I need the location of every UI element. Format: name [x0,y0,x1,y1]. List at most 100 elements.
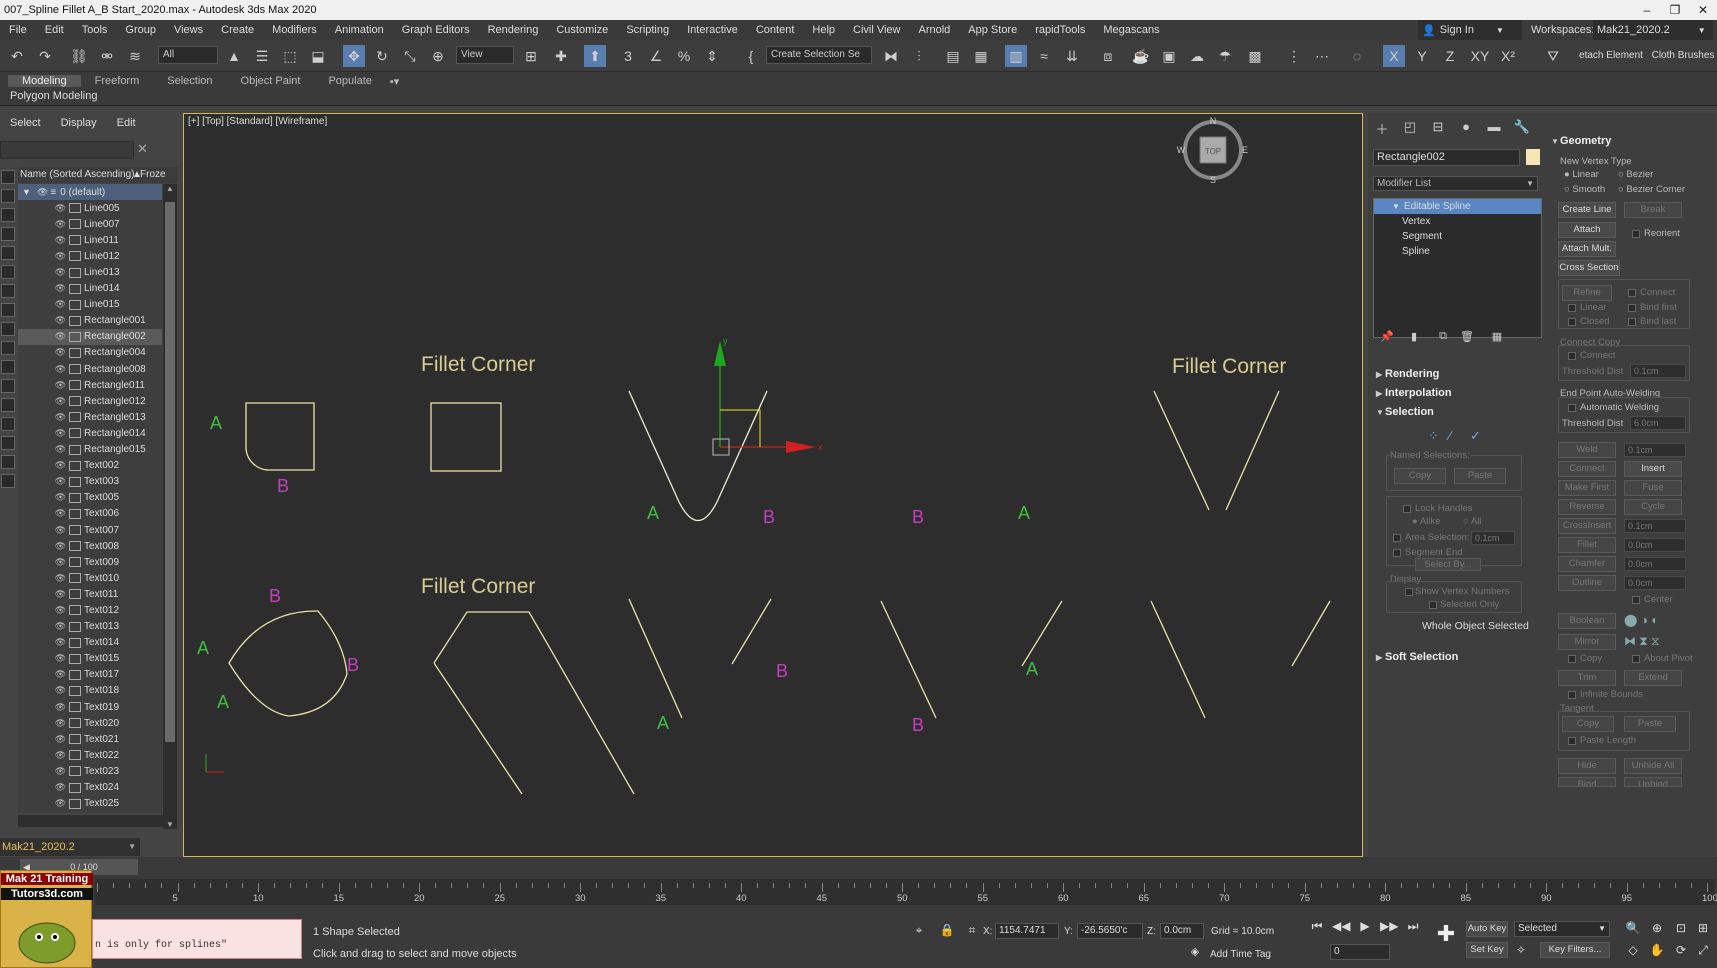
scroll-up-icon[interactable]: ▲ [163,184,177,193]
weld-button[interactable]: Weld [1558,442,1616,458]
display-cameras-icon[interactable] [1,227,15,241]
segment-subobject-icon[interactable]: ⁄ [1449,428,1451,443]
scene-item-text008[interactable]: 👁 Text008 [18,538,162,554]
eye-icon[interactable]: 👁 [48,267,66,278]
menu-tools[interactable]: Tools [73,24,117,36]
menu-megascans[interactable]: Megascans [1094,24,1168,36]
tab-freeform[interactable]: Freeform [81,75,154,87]
scene-item-text021[interactable]: 👁 Text021 [18,731,162,747]
fillet-button[interactable]: Fillet [1558,537,1616,553]
display-lights-icon[interactable] [1,208,15,222]
fuse-button[interactable]: Fuse [1624,480,1682,496]
eye-icon[interactable]: 👁 [48,203,66,214]
connect-checkbox[interactable] [1628,289,1636,297]
key-filters-icon[interactable]: ⟡ [1512,942,1530,960]
tab-selection[interactable]: Selection [153,75,226,87]
render-production-icon[interactable]: ☁ [1186,45,1208,67]
name-column-header[interactable]: Name (Sorted Ascending) [18,169,135,180]
create-line-button[interactable]: Create Line [1558,202,1616,218]
eye-icon[interactable]: 👁 [48,299,66,310]
scene-item-text009[interactable]: 👁 Text009 [18,554,162,570]
attach-mult-button[interactable]: Attach Mult. [1558,241,1616,257]
frozen-column-header[interactable]: Froze [140,167,166,183]
set-key-button[interactable]: Set Key [1466,942,1508,958]
ribbon-options-icon[interactable]: ▪▾ [386,75,403,88]
zoom-icon[interactable]: 🔍 [1624,921,1642,939]
break-button[interactable]: Break [1624,202,1682,218]
linear-radio[interactable]: ● Linear [1564,169,1599,180]
scene-item-rectangle012[interactable]: 👁 Rectangle012 [18,393,162,409]
auto-key-button[interactable]: Auto Key [1466,921,1508,937]
eye-icon[interactable]: 👁 [48,798,66,809]
menu-content[interactable]: Content [747,24,804,36]
scene-item-text014[interactable]: 👁 Text014 [18,635,162,651]
scene-item-text025[interactable]: 👁 Text025 [18,796,162,812]
eye-icon[interactable]: 👁 [48,669,66,680]
scene-search-input[interactable] [0,141,134,159]
make-first-button[interactable]: Make First [1558,480,1616,496]
percent-snap-icon[interactable]: % [673,45,695,67]
remove-modifier-icon[interactable]: 🗑 [1458,330,1476,346]
menu-modifiers[interactable]: Modifiers [263,24,326,36]
eye-icon[interactable]: 👁 [48,605,66,616]
eye-icon[interactable]: 👁 [48,750,66,761]
scene-item-text012[interactable]: 👁 Text012 [18,602,162,618]
trim-button[interactable]: Trim [1558,670,1616,686]
bind-last-checkbox[interactable] [1628,318,1636,326]
select-and-rotate-icon[interactable]: ↻ [371,45,393,67]
scene-hscrollbar[interactable] [18,815,163,827]
zoom-extents-all-icon[interactable]: ⊞ [1694,921,1712,939]
scene-item-line013[interactable]: 👁 Line013 [18,264,162,280]
selection-rollout[interactable]: ▼ Selection [1373,404,1541,421]
viewport-label[interactable]: [+] [Top] [Standard] [Wireframe] [188,116,327,127]
display-frozen-icon[interactable] [1,360,15,374]
scene-item-text011[interactable]: 👁 Text011 [18,586,162,602]
tab-modeling[interactable]: Modeling [8,75,81,87]
menu-scripting[interactable]: Scripting [617,24,678,36]
modifier-list-dropdown[interactable]: Modifier List ▼ [1373,176,1538,191]
render-setup-icon[interactable]: ☕ [1130,45,1152,67]
minimize-icon[interactable]: – [1633,3,1661,17]
scene-item-text018[interactable]: 👁 Text018 [18,683,162,699]
pin-stack-icon[interactable]: 📌 [1378,330,1396,346]
selection-lock-icon[interactable]: 🔒 [938,923,956,941]
area-selection-checkbox[interactable] [1393,534,1401,542]
maxscript-listener[interactable]: n is only for splines" [92,919,302,959]
display-all-icon[interactable] [1,398,15,412]
scene-item-rectangle008[interactable]: 👁 Rectangle008 [18,361,162,377]
reference-coordinate-dropdown[interactable]: View [456,46,514,64]
go-to-end-icon[interactable]: ⏭ [1404,919,1422,937]
eye-icon[interactable]: 👁 [48,541,66,552]
eye-icon[interactable]: 👁 [48,364,66,375]
scene-item-line005[interactable]: 👁 Line005 [18,200,162,216]
modify-tab-icon[interactable]: ◰ [1401,119,1419,135]
threshold-dist-spinner[interactable]: 0.1cm [1630,364,1686,378]
toggle-layer-explorer-icon[interactable]: ▦ [970,45,992,67]
scene-item-line015[interactable]: 👁 Line015 [18,297,162,313]
axis-x-button[interactable]: X [1383,45,1405,67]
scene-item-rectangle001[interactable]: 👁 Rectangle001 [18,313,162,329]
smooth-radio[interactable]: ○ Smooth [1564,184,1605,195]
select-manipulate-icon[interactable]: ✚ [550,45,572,67]
eye-icon[interactable]: 👁 [48,589,66,600]
outline-spinner[interactable]: 0.0cm [1624,576,1686,590]
eye-icon[interactable]: 👁 [48,331,66,342]
scene-item-text006[interactable]: 👁 Text006 [18,506,162,522]
undo-icon[interactable]: ↶ [6,45,28,67]
mirror-horizontal-icon[interactable]: ⧓ ⧗ ⧖ [1624,634,1660,649]
scene-item-text013[interactable]: 👁 Text013 [18,619,162,635]
configure-modifier-sets-icon[interactable]: ▦ [1488,330,1506,346]
eye-icon[interactable]: 👁 [48,283,66,294]
window-crossing-icon[interactable]: ⬓ [307,45,329,67]
soft-selection-rollout[interactable]: ▶ Soft Selection [1373,649,1541,666]
angle-snap-icon[interactable]: ∠ [645,45,667,67]
select-by-button[interactable]: Select By... [1415,558,1481,571]
scene-item-line007[interactable]: 👁 Line007 [18,216,162,232]
linear-checkbox[interactable] [1568,304,1576,312]
time-tag-icon[interactable]: ◈ [1186,945,1204,963]
boolean-union-icon[interactable]: ⬤ ◑ ◐ [1624,613,1659,627]
scene-item-text015[interactable]: 👁 Text015 [18,651,162,667]
scene-item-text005[interactable]: 👁 Text005 [18,490,162,506]
eye-icon[interactable]: 👁 [37,187,48,198]
geometry-rollout[interactable]: ▼ Geometry [1548,133,1714,150]
